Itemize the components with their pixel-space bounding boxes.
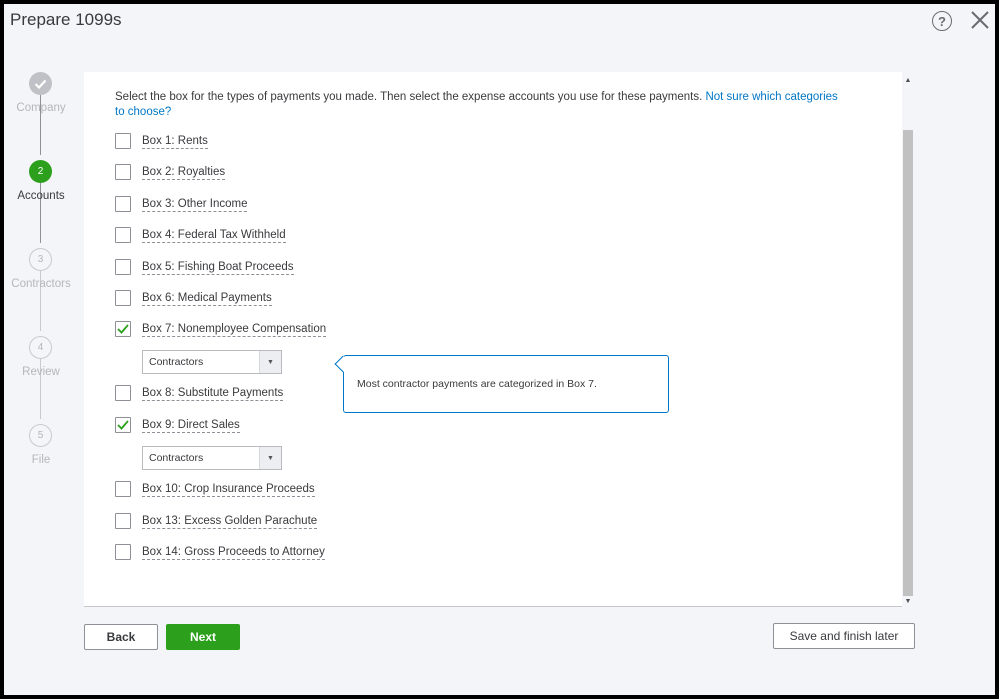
box9-account-select[interactable]: Contractors ▼ — [142, 446, 282, 470]
checkmark-icon — [34, 79, 47, 89]
panel-scrollbar[interactable]: ▲ ▼ — [902, 72, 914, 607]
step-number: 3 — [29, 248, 52, 271]
box-checkbox[interactable] — [115, 133, 131, 149]
scrollbar-thumb[interactable] — [903, 130, 913, 596]
instructions-text: Select the box for the types of payments… — [115, 90, 845, 120]
box-label[interactable]: Box 3: Other Income — [142, 197, 248, 212]
box-row: Box 5: Fishing Boat Proceeds — [115, 258, 294, 276]
save-and-finish-later-button[interactable]: Save and finish later — [773, 623, 915, 649]
box7-account-select[interactable]: Contractors ▼ — [142, 350, 282, 374]
prepare-1099s-window: Prepare 1099s ? Company 2 Accounts 3 Con… — [4, 4, 995, 695]
instructions-body: Select the box for the types of payments… — [115, 91, 706, 103]
step-label: Contractors — [11, 278, 71, 290]
select-value: Contractors — [149, 356, 204, 368]
checkmark-icon — [117, 420, 129, 430]
box-checkbox-checked[interactable] — [115, 417, 131, 433]
box-checkbox[interactable] — [115, 513, 131, 529]
box-row: Box 13: Excess Golden Parachute — [115, 512, 318, 530]
box-row: Box 7: Nonemployee Compensation — [115, 320, 327, 338]
box-row: Box 9: Direct Sales — [115, 416, 240, 434]
box-label[interactable]: Box 8: Substitute Payments — [142, 386, 284, 401]
box-label[interactable]: Box 4: Federal Tax Withheld — [142, 228, 286, 243]
box-row: Box 6: Medical Payments — [115, 289, 272, 307]
box7-tooltip: Most contractor payments are categorized… — [334, 355, 669, 413]
back-button[interactable]: Back — [84, 624, 158, 650]
checkmark-icon — [117, 324, 129, 334]
question-circle-icon: ? — [938, 13, 946, 29]
scroll-down-arrow-icon[interactable]: ▼ — [902, 595, 914, 607]
step-circle-done — [29, 72, 52, 95]
box-row: Box 3: Other Income — [115, 195, 248, 213]
box-checkbox[interactable] — [115, 290, 131, 306]
close-button[interactable] — [970, 10, 990, 30]
box-label[interactable]: Box 13: Excess Golden Parachute — [142, 514, 318, 529]
dropdown-arrow-icon[interactable]: ▼ — [259, 351, 281, 373]
box-checkbox[interactable] — [115, 227, 131, 243]
box-label[interactable]: Box 10: Crop Insurance Proceeds — [142, 482, 315, 497]
select-value: Contractors — [149, 452, 204, 464]
tooltip-text: Most contractor payments are categorized… — [357, 378, 597, 390]
step-number: 4 — [29, 336, 52, 359]
box-label[interactable]: Box 7: Nonemployee Compensation — [142, 322, 327, 337]
box-row: Box 4: Federal Tax Withheld — [115, 226, 286, 244]
box-label[interactable]: Box 14: Gross Proceeds to Attorney — [142, 545, 325, 560]
help-button[interactable]: ? — [932, 11, 952, 31]
box-checkbox[interactable] — [115, 259, 131, 275]
dropdown-arrow-icon[interactable]: ▼ — [259, 447, 281, 469]
box-row: Box 8: Substitute Payments — [115, 384, 284, 402]
box-row: Box 10: Crop Insurance Proceeds — [115, 480, 315, 498]
box-checkbox[interactable] — [115, 481, 131, 497]
step-number: 2 — [29, 160, 52, 183]
box-checkbox[interactable] — [115, 196, 131, 212]
next-button[interactable]: Next — [166, 624, 240, 650]
box-checkbox[interactable] — [115, 544, 131, 560]
accounts-panel: Select the box for the types of payments… — [84, 72, 902, 607]
box-label[interactable]: Box 1: Rents — [142, 134, 208, 149]
box-checkbox[interactable] — [115, 385, 131, 401]
step-label: File — [31, 454, 51, 466]
box-label[interactable]: Box 9: Direct Sales — [142, 418, 240, 433]
box-row: Box 2: Royalties — [115, 163, 226, 181]
box-row: Box 14: Gross Proceeds to Attorney — [115, 543, 325, 561]
step-label: Company — [16, 102, 66, 114]
step-number: 5 — [29, 424, 52, 447]
close-icon — [971, 11, 989, 29]
box-label[interactable]: Box 6: Medical Payments — [142, 291, 272, 306]
window-title: Prepare 1099s — [10, 10, 122, 29]
step-label: Review — [22, 366, 60, 378]
box-row: Box 1: Rents — [115, 132, 208, 150]
scroll-up-arrow-icon[interactable]: ▲ — [902, 74, 914, 86]
box-checkbox[interactable] — [115, 164, 131, 180]
box-label[interactable]: Box 5: Fishing Boat Proceeds — [142, 260, 294, 275]
step-label: Accounts — [17, 190, 65, 202]
box-label[interactable]: Box 2: Royalties — [142, 165, 226, 180]
box-checkbox-checked[interactable] — [115, 321, 131, 337]
tooltip-pointer — [334, 355, 352, 373]
